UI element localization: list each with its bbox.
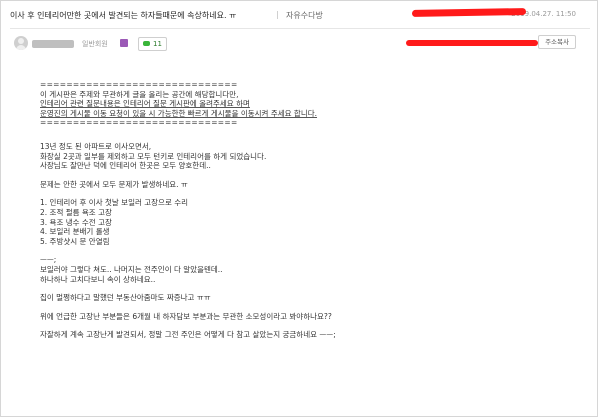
divider-bottom: ============================== bbox=[40, 118, 238, 128]
redaction-mark-author bbox=[406, 40, 538, 46]
issue-3: 3. 욕조 냉수 수전 고장 bbox=[40, 217, 112, 227]
para3-line-1: ㅡㅡ; bbox=[40, 255, 57, 265]
para3-line-3: 하나하나 고치다보니 속이 상하네요.. bbox=[40, 274, 156, 284]
issue-2: 2. 조적 펄름 욕조 고장 bbox=[40, 207, 112, 217]
default-avatar-icon[interactable] bbox=[14, 36, 28, 50]
post-content: ============================== 이 게시판은 주제… bbox=[40, 80, 560, 340]
para1-line-2: 화장실 2곳과 일부를 제외하고 모두 턴키로 인테리어를 하게 되었습니다. bbox=[40, 151, 267, 161]
para2: 문제는 안한 곳에서 모두 문제가 발생하네요. ㅠ bbox=[40, 179, 188, 189]
member-level: 일반회원 bbox=[82, 40, 108, 48]
notice-line-3: 운영진의 게시물 이동 요청이 있을 시 가능한한 빠르게 게시물을 이동시켜 … bbox=[40, 108, 318, 118]
copy-address-button[interactable]: 주소복사 bbox=[538, 35, 576, 49]
notice-line-2: 인테리어 관련 질문내용은 인테리어 질문 게시판에 올려주세요 하며 bbox=[40, 99, 250, 109]
comment-bubble-icon bbox=[143, 41, 150, 46]
para1-line-3: 사장님도 잘만난 덕에 인테리어 한곳은 모두 양호한데.. bbox=[40, 161, 211, 171]
notice-line-1: 이 게시판은 주제와 무관하게 글을 올리는 공간에 해당합니다만, bbox=[40, 89, 239, 99]
issue-1: 1. 인테리어 후 이사 첫날 보일러 고장으로 수리 bbox=[40, 198, 189, 208]
author-name-redacted[interactable] bbox=[32, 40, 74, 48]
title-separator: | bbox=[276, 10, 279, 19]
issue-5: 5. 주방샷시 문 안열림 bbox=[40, 236, 110, 246]
para5: 위에 언급한 고장난 부분들은 6개월 내 하자담보 부분과는 무관한 소모성이… bbox=[40, 311, 332, 321]
para4: 집이 멀쩡하다고 말했던 부동산아줌마도 짜증나고 ㅠㅠ bbox=[40, 293, 211, 303]
para1-line-1: 13년 정도 된 아파트로 이사오면서, bbox=[40, 141, 152, 151]
post-title: 이사 후 인테리어만한 곳에서 발견되는 하자들때문에 속상하네요. ㅠ bbox=[10, 11, 237, 20]
divider-top: ============================== bbox=[40, 80, 238, 89]
board-link[interactable]: 자유수다방 bbox=[286, 10, 323, 21]
comment-count: 11 bbox=[153, 40, 162, 48]
member-level-icon bbox=[120, 39, 128, 47]
para3-line-2: 보일러야 그렇다 쳐도.. 나머지는 전주인이 다 알았을텐데.. bbox=[40, 264, 223, 274]
para6: 자잘하게 계속 고장난게 발견되서, 정말 그전 주인은 어떻게 다 참고 살았… bbox=[40, 330, 336, 340]
issue-4: 4. 보일러 분배기 롤생 bbox=[40, 227, 110, 237]
header-divider bbox=[10, 28, 590, 29]
comment-count-button[interactable]: 11 bbox=[138, 37, 167, 51]
